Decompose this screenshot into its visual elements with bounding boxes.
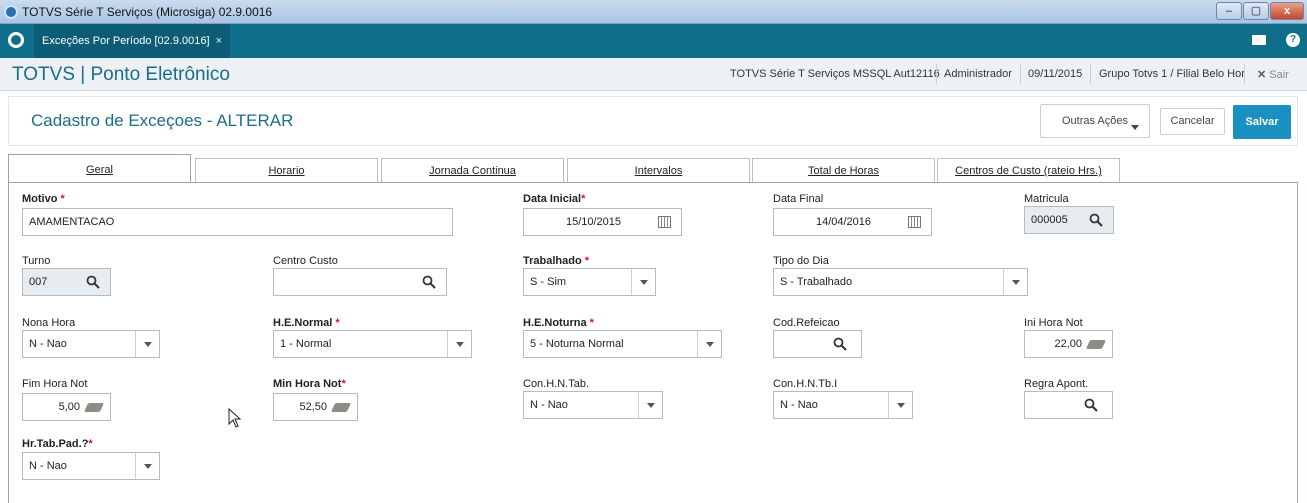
exit-button[interactable]: ✕ Sair: [1257, 68, 1289, 81]
chevron-down-icon: [697, 331, 721, 357]
window-titlebar: TOTVS Série T Serviços (Microsiga) 02.9.…: [0, 0, 1307, 24]
hr-tab-pad-label: Hr.Tab.Pad.?*: [22, 438, 93, 450]
calculator-icon[interactable]: [83, 403, 105, 412]
header-divider: [936, 64, 937, 84]
tab-jornada-continua[interactable]: Jornada Continua: [381, 158, 564, 182]
chevron-down-icon: [631, 269, 655, 295]
user-info: Administrador: [944, 68, 1012, 80]
form-title: Cadastro de Exceçoes - ALTERAR: [31, 111, 294, 130]
matricula-input[interactable]: 000005: [1024, 206, 1114, 234]
con-hn-tab-select[interactable]: N - Nao: [523, 391, 663, 419]
save-button[interactable]: Salvar: [1233, 105, 1291, 139]
fim-hora-not-input[interactable]: 5,00: [22, 393, 111, 421]
exit-label: Sair: [1269, 69, 1289, 81]
totvs-logo-icon[interactable]: [8, 32, 24, 48]
minimize-button[interactable]: –: [1216, 2, 1242, 20]
mail-icon[interactable]: [1252, 35, 1266, 45]
he-normal-label: H.E.Normal *: [273, 317, 340, 329]
group-info: Grupo Totvs 1 / Filial Belo Hor: [1099, 68, 1245, 80]
hr-tab-pad-select[interactable]: N - Nao: [22, 452, 160, 480]
date-info: 09/11/2015: [1028, 68, 1083, 80]
app-tab-close-icon[interactable]: ×: [216, 35, 222, 47]
calculator-icon[interactable]: [330, 403, 352, 412]
cod-refeicao-input[interactable]: [773, 330, 862, 358]
module-title: TOTVS | Ponto Eletrônico: [12, 64, 230, 85]
other-actions-label: Outras Ações: [1061, 115, 1129, 127]
data-inicial-label: Data Inicial*: [523, 193, 586, 205]
close-window-button[interactable]: x: [1270, 2, 1304, 20]
centro-custo-label: Centro Custo: [273, 255, 338, 267]
tab-centros-de-custo[interactable]: Centros de Custo (rateio Hrs.): [937, 158, 1120, 182]
regra-apont-label: Regra Apont.: [1024, 378, 1089, 390]
mouse-cursor-icon: [228, 408, 242, 428]
tab-horario[interactable]: Horario: [195, 158, 378, 182]
search-icon[interactable]: [833, 337, 847, 351]
tab-geral[interactable]: Geral: [8, 154, 191, 183]
ini-hora-not-input[interactable]: 22,00: [1024, 330, 1113, 358]
data-final-label: Data Final: [773, 193, 824, 205]
chevron-down-icon: [888, 392, 912, 418]
min-hora-not-label: Min Hora Not*: [273, 378, 346, 390]
maximize-button[interactable]: ▢: [1243, 2, 1269, 20]
app-tab-label: Exceções Por Período [02.9.0016]: [42, 35, 210, 47]
calendar-icon[interactable]: [658, 216, 671, 228]
search-icon[interactable]: [1089, 213, 1103, 227]
tab-total-de-horas[interactable]: Total de Horas: [752, 158, 935, 182]
chevron-down-icon: [447, 331, 471, 357]
chevron-down-icon: [135, 331, 159, 357]
calendar-icon[interactable]: [908, 216, 921, 228]
chevron-down-icon: [1131, 125, 1139, 130]
other-actions-button[interactable]: Outras Ações: [1040, 104, 1150, 138]
app-tab-excecoes[interactable]: Exceções Por Período [02.9.0016] ×: [34, 24, 230, 58]
cod-refeicao-label: Cod.Refeicao: [773, 317, 840, 329]
header-divider: [1244, 64, 1245, 84]
calculator-icon[interactable]: [1085, 340, 1107, 349]
he-noturna-label: H.E.Noturna *: [523, 317, 594, 329]
nona-hora-label: Nona Hora: [22, 317, 76, 329]
close-icon: ✕: [1257, 69, 1267, 81]
environment-info: TOTVS Série T Serviços MSSQL Aut12116: [730, 68, 940, 80]
form-header: Cadastro de Exceçoes - ALTERAR Outras Aç…: [8, 96, 1298, 146]
app-icon: [4, 5, 18, 19]
cancel-button[interactable]: Cancelar: [1160, 108, 1225, 135]
header-divider: [1020, 64, 1021, 84]
turno-label: Turno: [22, 255, 51, 267]
help-icon[interactable]: ?: [1286, 33, 1300, 47]
header-divider: [1090, 64, 1091, 84]
search-icon[interactable]: [86, 275, 100, 289]
con-hn-tbi-select[interactable]: N - Nao: [773, 391, 913, 419]
turno-input[interactable]: 007: [22, 268, 111, 296]
chevron-down-icon: [1003, 269, 1027, 295]
min-hora-not-input[interactable]: 52,50: [273, 393, 358, 421]
trabalhado-select[interactable]: S - Sim: [523, 268, 656, 296]
search-icon[interactable]: [1084, 398, 1098, 412]
chevron-down-icon: [638, 392, 662, 418]
matricula-label: Matricula: [1024, 193, 1069, 205]
centro-custo-input[interactable]: [273, 268, 447, 296]
nona-hora-select[interactable]: N - Nao: [22, 330, 160, 358]
data-inicial-input[interactable]: 15/10/2015: [523, 208, 682, 236]
data-final-input[interactable]: 14/04/2016: [773, 208, 932, 236]
fim-hora-not-label: Fim Hora Not: [22, 378, 88, 390]
tipo-dia-select[interactable]: S - Trabalhado: [773, 268, 1028, 296]
motivo-input[interactable]: AMAMENTACAO: [22, 208, 453, 236]
con-hn-tbi-label: Con.H.N.Tb.I: [773, 378, 838, 390]
chevron-down-icon: [135, 453, 159, 479]
search-icon[interactable]: [422, 275, 436, 289]
ini-hora-not-label: Ini Hora Not: [1024, 317, 1083, 329]
he-normal-select[interactable]: 1 - Normal: [273, 330, 472, 358]
tipo-dia-label: Tipo do Dia: [773, 255, 829, 267]
con-hn-tab-label: Con.H.N.Tab.: [523, 378, 590, 390]
motivo-label: Motivo *: [22, 193, 65, 205]
tab-intervalos[interactable]: Intervalos: [567, 158, 750, 182]
he-noturna-select[interactable]: 5 - Noturna Normal: [523, 330, 722, 358]
module-header: TOTVS | Ponto Eletrônico TOTVS Série T S…: [0, 58, 1307, 91]
regra-apont-input[interactable]: [1024, 391, 1113, 419]
trabalhado-label: Trabalhado *: [523, 255, 590, 267]
window-title: TOTVS Série T Serviços (Microsiga) 02.9.…: [22, 5, 273, 19]
